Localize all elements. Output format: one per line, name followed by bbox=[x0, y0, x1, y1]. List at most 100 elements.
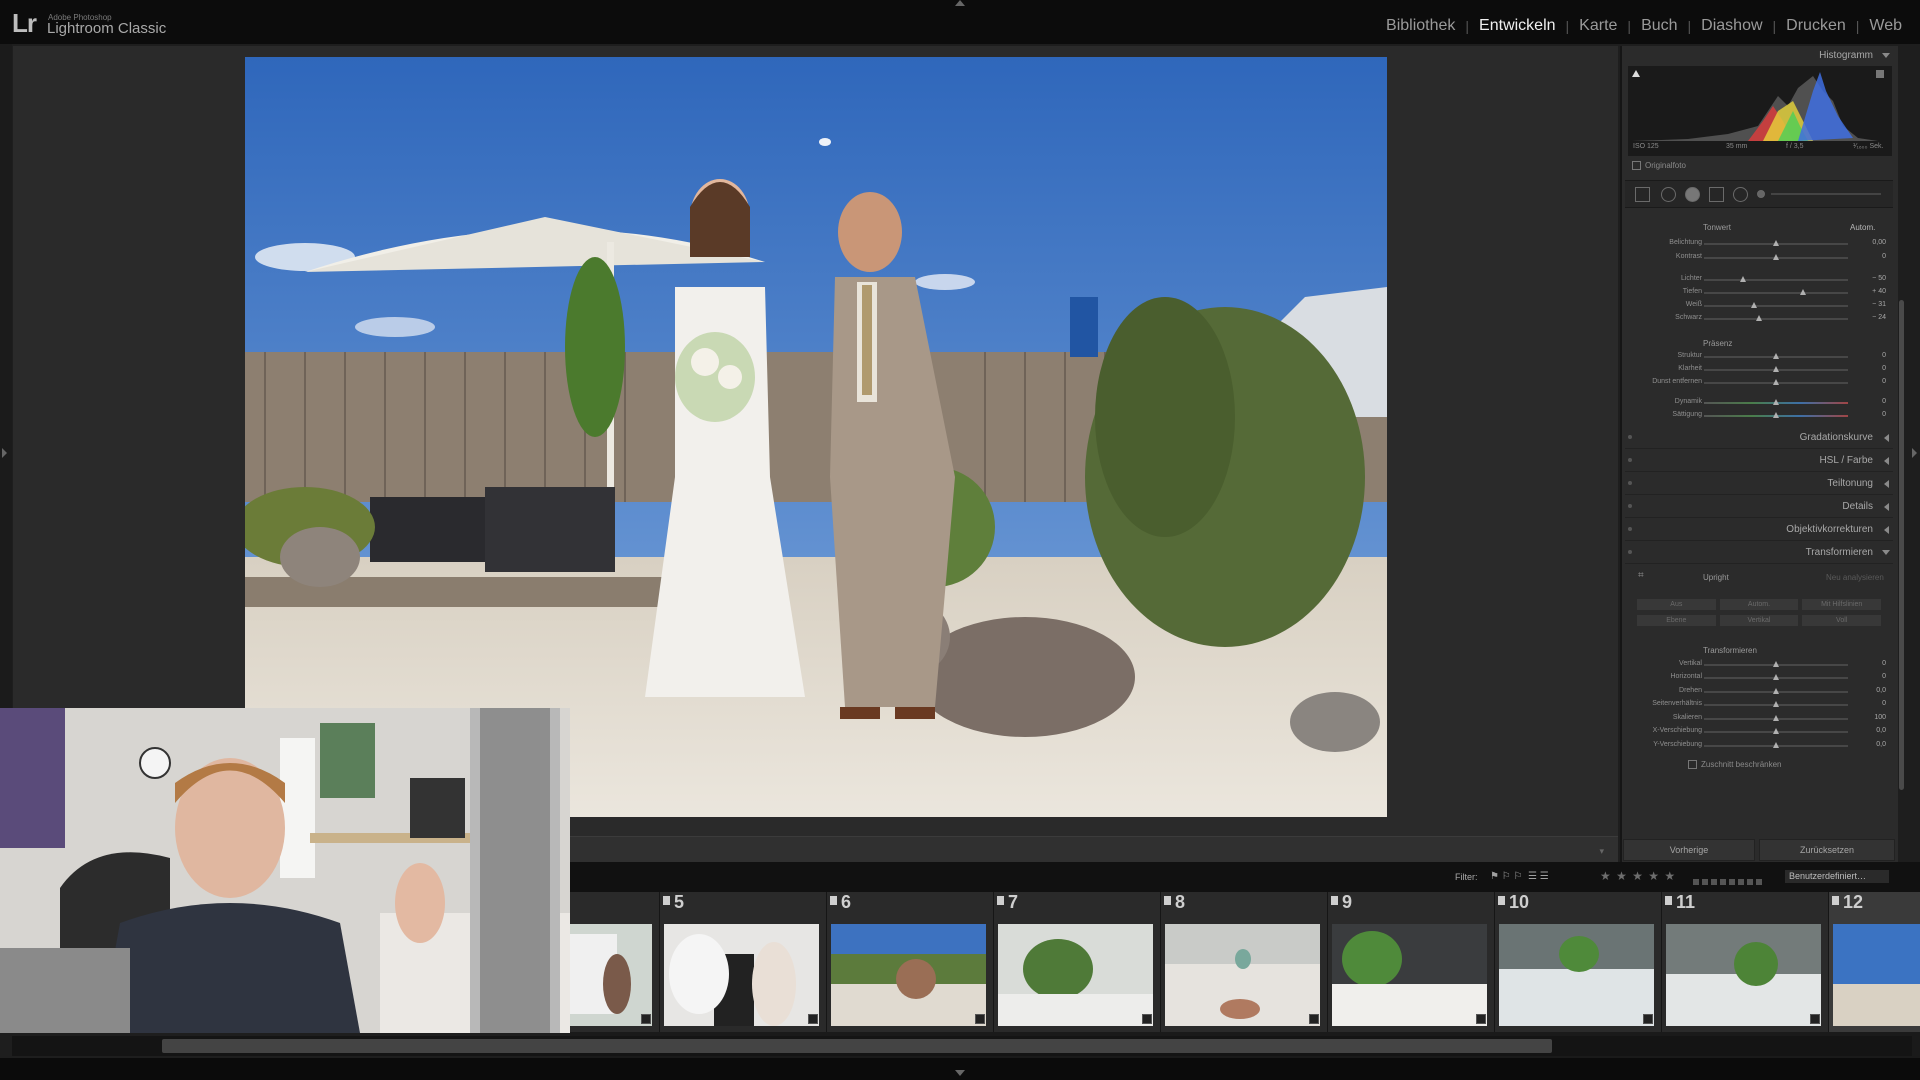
slider-knob[interactable] bbox=[1773, 701, 1779, 707]
slider-knob[interactable] bbox=[1773, 661, 1779, 667]
slider-klarheit[interactable]: Klarheit 0 bbox=[1632, 363, 1886, 375]
pick-flag-icon[interactable] bbox=[1498, 896, 1505, 905]
module-bibliothek[interactable]: Bibliothek bbox=[1376, 17, 1465, 35]
slider-track[interactable] bbox=[1704, 292, 1848, 294]
slider-knob[interactable] bbox=[1773, 674, 1779, 680]
slider-seitenverhaeltnis[interactable]: Seitenverhältnis 0 bbox=[1632, 698, 1886, 710]
collapse-top-arrow-icon[interactable] bbox=[955, 0, 965, 6]
module-diashow[interactable]: Diashow bbox=[1691, 17, 1772, 35]
slider-value[interactable]: 0,0 bbox=[1856, 727, 1886, 734]
slider-knob[interactable] bbox=[1773, 353, 1779, 359]
pick-flag-icon[interactable] bbox=[1665, 896, 1672, 905]
thumbnail[interactable] bbox=[831, 924, 986, 1026]
tool-slider-track[interactable] bbox=[1771, 193, 1881, 195]
flag-filter-icon[interactable]: ⚑ ⚐ ⚐ ☰ ☰ bbox=[1490, 871, 1549, 882]
slider-knob[interactable] bbox=[1800, 289, 1807, 295]
toolbar-menu-chevron-icon[interactable]: ▾ bbox=[1599, 846, 1604, 857]
slider-track[interactable] bbox=[1704, 305, 1848, 307]
filmstrip-scroll-thumb[interactable] bbox=[162, 1039, 1552, 1053]
graduated-filter-icon[interactable] bbox=[1709, 187, 1724, 202]
panel-toggle-icon[interactable] bbox=[1628, 435, 1632, 439]
star-rating-filter[interactable]: ★ ★ ★ ★ ★ bbox=[1600, 869, 1676, 883]
slider-horizontal[interactable]: Horizontal 0 bbox=[1632, 671, 1886, 683]
expand-left-arrow-icon[interactable] bbox=[2, 448, 7, 458]
slider-knob[interactable] bbox=[1773, 728, 1779, 734]
filmstrip-cell[interactable]: 10 bbox=[1495, 892, 1662, 1032]
slider-knob[interactable] bbox=[1739, 276, 1746, 282]
panel-toggle-icon[interactable] bbox=[1628, 504, 1632, 508]
crop-tool-icon[interactable] bbox=[1635, 187, 1650, 202]
slider-value[interactable]: 0,0 bbox=[1856, 741, 1886, 748]
thumbnail[interactable] bbox=[998, 924, 1153, 1026]
upright-level-button[interactable]: Ebene bbox=[1636, 614, 1717, 627]
thumbnail[interactable] bbox=[664, 924, 819, 1026]
module-karte[interactable]: Karte bbox=[1569, 17, 1627, 35]
slider-y-verschiebung[interactable]: Y-Verschiebung 0,0 bbox=[1632, 739, 1886, 751]
slider-knob[interactable] bbox=[1773, 379, 1779, 385]
slider-value[interactable]: 0,0 bbox=[1856, 687, 1886, 694]
original-photo-checkbox[interactable] bbox=[1632, 161, 1641, 171]
slider-value[interactable]: 0 bbox=[1856, 660, 1886, 667]
upright-auto-button[interactable]: Autom. bbox=[1718, 598, 1800, 611]
auto-tone-button[interactable]: Autom. bbox=[1850, 223, 1875, 232]
thumbnail[interactable] bbox=[1833, 924, 1920, 1026]
slider-value[interactable]: 100 bbox=[1856, 714, 1886, 721]
slider-value[interactable]: − 24 bbox=[1856, 314, 1886, 321]
constrain-crop-checkbox[interactable] bbox=[1688, 760, 1697, 770]
filmstrip-cell[interactable]: 8 bbox=[1161, 892, 1328, 1032]
panel-header-details[interactable]: Details bbox=[1625, 497, 1893, 518]
guided-upright-icon[interactable]: ⌗ bbox=[1638, 570, 1644, 581]
panel-toggle-icon[interactable] bbox=[1628, 481, 1632, 485]
slider-knob[interactable] bbox=[1773, 412, 1779, 418]
previous-button[interactable]: Vorherige bbox=[1623, 839, 1755, 861]
reanalyze-button[interactable]: Neu analysieren bbox=[1826, 573, 1884, 582]
filmstrip-cell[interactable]: 11 bbox=[1662, 892, 1829, 1032]
slider-value[interactable]: 0 bbox=[1856, 253, 1886, 260]
panel-toggle-icon[interactable] bbox=[1628, 527, 1632, 531]
slider-knob[interactable] bbox=[1773, 240, 1779, 246]
slider-saettigung[interactable]: Sättigung 0 bbox=[1632, 409, 1886, 421]
slider-knob[interactable] bbox=[1755, 315, 1762, 321]
slider-track[interactable] bbox=[1704, 279, 1848, 281]
panel-header-objektivkorrekturen[interactable]: Objektivkorrekturen bbox=[1625, 520, 1893, 541]
slider-value[interactable]: 0 bbox=[1856, 673, 1886, 680]
pick-flag-icon[interactable] bbox=[1164, 896, 1171, 905]
slider-struktur[interactable]: Struktur 0 bbox=[1632, 350, 1886, 362]
slider-value[interactable]: + 40 bbox=[1856, 288, 1886, 295]
slider-schwarz[interactable]: Schwarz − 24 bbox=[1632, 312, 1886, 324]
slider-value[interactable]: 0 bbox=[1856, 352, 1886, 359]
panel-header-transformieren[interactable]: Transformieren bbox=[1625, 543, 1893, 564]
pick-flag-icon[interactable] bbox=[997, 896, 1004, 905]
slider-dynamik[interactable]: Dynamik 0 bbox=[1632, 396, 1886, 408]
slider-skalieren[interactable]: Skalieren 100 bbox=[1632, 712, 1886, 724]
slider-lichter[interactable]: Lichter − 50 bbox=[1632, 273, 1886, 285]
slider-vertikal[interactable]: Vertikal 0 bbox=[1632, 658, 1886, 670]
slider-tiefen[interactable]: Tiefen + 40 bbox=[1632, 286, 1886, 298]
radial-filter-icon[interactable] bbox=[1733, 187, 1748, 202]
slider-x-verschiebung[interactable]: X-Verschiebung 0,0 bbox=[1632, 725, 1886, 737]
slider-belichtung[interactable]: Belichtung 0,00 bbox=[1632, 237, 1886, 249]
slider-value[interactable]: 0,00 bbox=[1856, 239, 1886, 246]
slider-knob[interactable] bbox=[1773, 742, 1779, 748]
slider-value[interactable]: − 31 bbox=[1856, 301, 1886, 308]
module-buch[interactable]: Buch bbox=[1631, 17, 1687, 35]
original-photo-toggle[interactable]: Originalfoto bbox=[1632, 161, 1686, 171]
slider-drehen[interactable]: Drehen 0,0 bbox=[1632, 685, 1886, 697]
slider-value[interactable]: 0 bbox=[1856, 411, 1886, 418]
panel-header-teiltonung[interactable]: Teiltonung bbox=[1625, 474, 1893, 495]
slider-kontrast[interactable]: Kontrast 0 bbox=[1632, 251, 1886, 263]
filmstrip-cell[interactable] bbox=[570, 892, 660, 1032]
color-label-filter[interactable] bbox=[1693, 872, 1765, 890]
panel-header-histogram[interactable]: Histogramm bbox=[1625, 46, 1893, 66]
slider-knob[interactable] bbox=[1773, 254, 1779, 260]
module-entwickeln[interactable]: Entwickeln bbox=[1469, 17, 1565, 35]
custom-filter-select[interactable]: Benutzerdefiniert… bbox=[1785, 870, 1889, 883]
thumbnail[interactable] bbox=[1332, 924, 1487, 1026]
pick-flag-icon[interactable] bbox=[1331, 896, 1338, 905]
right-panel-scrollbar[interactable] bbox=[1899, 300, 1904, 790]
filmstrip-cell[interactable]: 6 bbox=[827, 892, 994, 1032]
collapse-bottom-arrow-icon[interactable] bbox=[955, 1070, 965, 1076]
spot-removal-icon[interactable] bbox=[1661, 187, 1676, 202]
brush-icon[interactable] bbox=[1757, 190, 1765, 198]
filmstrip-cell-selected[interactable]: 12 bbox=[1829, 892, 1920, 1032]
